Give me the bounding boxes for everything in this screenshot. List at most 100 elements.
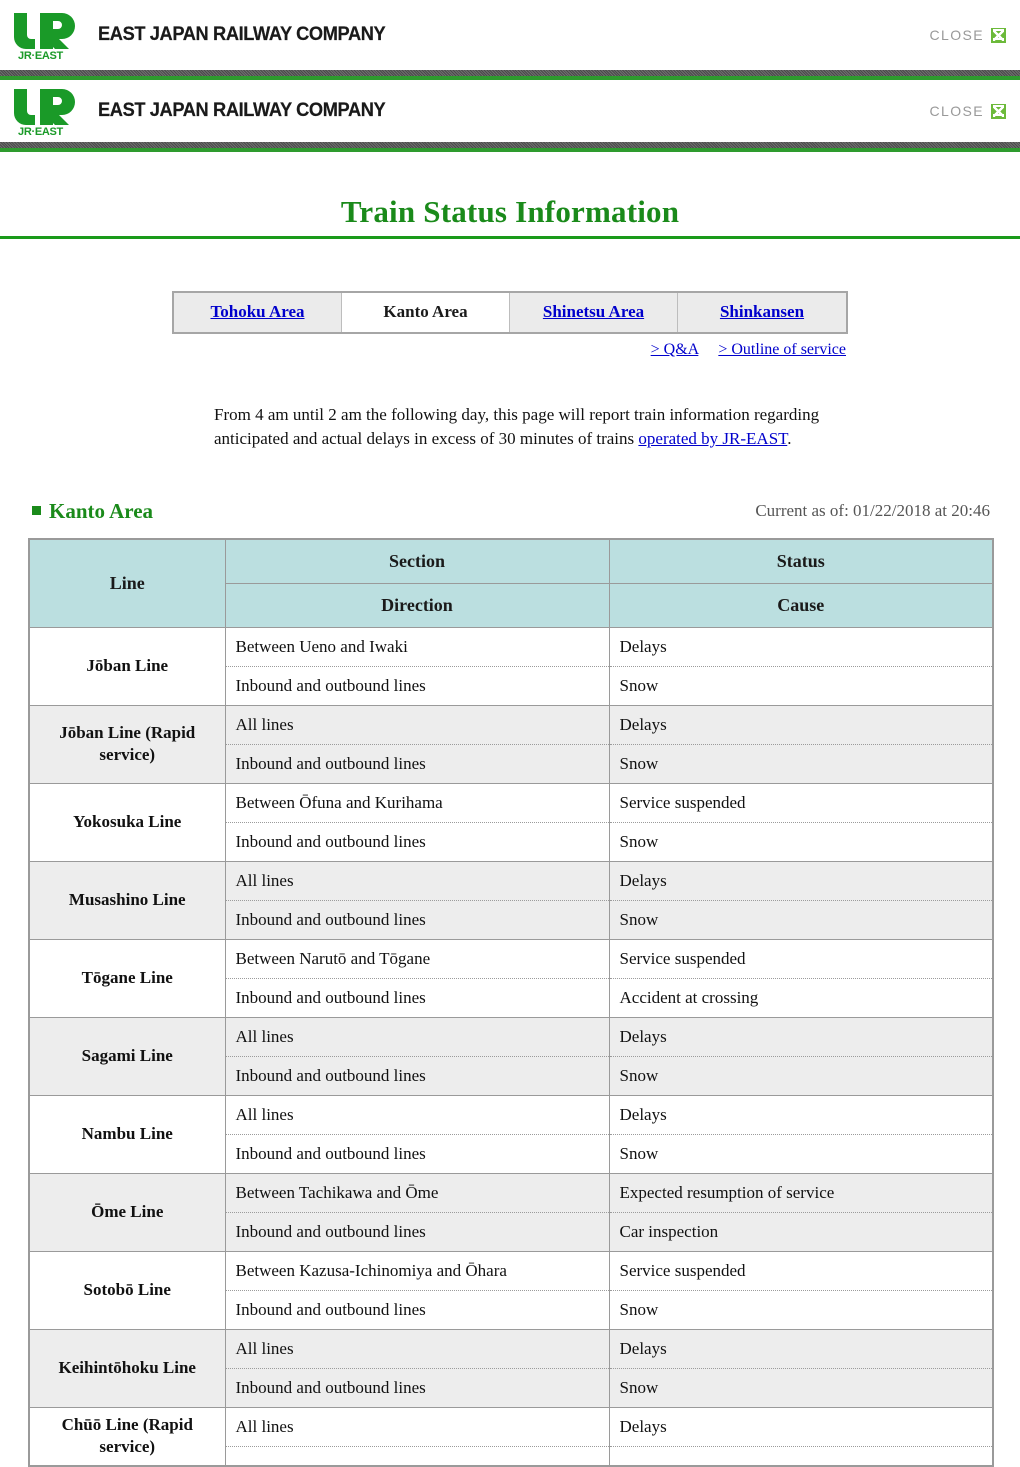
cell-section: All lines	[224, 1406, 610, 1447]
jr-east-logo-icon-second: JR·EAST	[10, 85, 82, 137]
tab-shinetsu-area[interactable]: Shinetsu Area	[510, 293, 678, 332]
title-underline-rule	[0, 236, 1020, 239]
cell-status: Service suspended	[608, 1250, 994, 1291]
cell-status: Delays	[608, 626, 994, 667]
col-header-line: Line	[28, 538, 226, 628]
cell-line-name: Musashino Line	[28, 860, 226, 940]
cell-direction: Inbound and outbound lines	[224, 1289, 610, 1330]
tab-kanto-area[interactable]: Kanto Area	[342, 293, 510, 332]
cell-direction: Inbound and outbound lines	[224, 665, 610, 706]
company-name-text-second: EAST JAPAN RAILWAY COMPANY	[98, 100, 386, 121]
cell-direction: Inbound and outbound lines	[224, 1055, 610, 1096]
table-row: Jōban Line (Rapid service) All lines Delay…	[28, 704, 994, 784]
table-row: Sagami Line All lines Delays	[28, 1016, 994, 1096]
cell-direction: Inbound and outbound lines	[224, 977, 610, 1018]
train-status-table: Line Section Status Direction Cause Jōba…	[28, 538, 994, 1467]
area-tabs: Tohoku Area Kanto Area Shinetsu Area Shi…	[172, 291, 848, 334]
cell-direction: Inbound and outbound lines	[224, 743, 610, 784]
table-row: Yokosuka Line Between Ōfuna and Kurihama S…	[28, 782, 994, 862]
cell-direction: Inbound and outbound lines	[224, 1211, 610, 1252]
cell-status: Delays	[608, 1406, 994, 1447]
cell-line-name: Ōme Line	[28, 1172, 226, 1252]
close-button-label-second: CLOSE	[929, 103, 984, 119]
link-qa[interactable]: > Q&A	[651, 341, 699, 358]
page-title-block: Train Status Information	[0, 152, 1020, 239]
cell-status: Service suspended	[608, 938, 994, 979]
company-name-text: EAST JAPAN RAILWAY COMPANY	[98, 24, 386, 45]
close-x-icon	[991, 27, 1006, 43]
cell-section: All lines	[224, 704, 610, 745]
link-operated-by-jr-east[interactable]: operated by JR-EAST	[638, 429, 787, 448]
cell-cause: Snow	[608, 1055, 994, 1096]
cell-status: Service suspended	[608, 782, 994, 823]
intro-text-after: .	[787, 429, 792, 449]
table-body: Jōban Line Between Ueno and Iwaki Delays In…	[28, 626, 994, 1467]
jr-header-band-top: JR·EAST EAST JAPAN RAILWAY COMPANY CLOSE	[0, 0, 1020, 70]
header-divider-second	[0, 142, 1020, 152]
table-header: Line Section Status Direction Cause	[28, 538, 994, 628]
col-header-direction: Direction	[224, 582, 610, 628]
cell-section: Between Tachikawa and Ōme	[224, 1172, 610, 1213]
cell-status: Delays	[608, 1328, 994, 1369]
area-heading-label: Kanto Area	[49, 499, 154, 524]
tab-shinkansen[interactable]: Shinkansen	[678, 293, 846, 332]
table-row: Tōgane Line Between Narutō and Tōgane Serv…	[28, 938, 994, 1018]
tab-tohoku-area[interactable]: Tohoku Area	[174, 293, 342, 332]
cell-status: Delays	[608, 1094, 994, 1135]
cell-line-name: Nambu Line	[28, 1094, 226, 1174]
table-row: Jōban Line Between Ueno and Iwaki Delays	[28, 626, 994, 706]
table-row: Keihintōhoku Line All lines Delays	[28, 1328, 994, 1408]
cell-cause: Snow	[608, 743, 994, 784]
table-row: Nambu Line All lines Delays	[28, 1094, 994, 1174]
link-outline-of-service[interactable]: > Outline of service	[718, 341, 846, 358]
cell-section: Between Narutō and Tōgane	[224, 938, 610, 979]
jr-east-logo[interactable]: JR·EAST EAST JAPAN RAILWAY COMPANY	[10, 9, 397, 61]
cell-cause: Snow	[608, 1367, 994, 1408]
jr-east-logo-second[interactable]: JR·EAST EAST JAPAN RAILWAY COMPANY	[10, 85, 397, 137]
cell-status: Expected resumption of service	[608, 1172, 994, 1213]
close-button-second[interactable]: CLOSE	[930, 103, 1006, 119]
cell-status: Delays	[608, 860, 994, 901]
cell-cause: Snow	[608, 1289, 994, 1330]
close-button-top[interactable]: CLOSE	[930, 27, 1006, 43]
col-header-section: Section	[224, 538, 610, 584]
cell-line-name: Keihintōhoku Line	[28, 1328, 226, 1408]
svg-text:JR·EAST: JR·EAST	[18, 126, 64, 137]
cell-direction: Inbound and outbound lines	[224, 1367, 610, 1408]
table-row: Musashino Line All lines Delays	[28, 860, 994, 940]
cell-cause	[608, 1445, 994, 1467]
col-header-status: Status	[608, 538, 994, 584]
cell-status: Delays	[608, 1016, 994, 1057]
cell-line-name: Jōban Line (Rapid service)	[28, 704, 226, 784]
area-heading: Kanto Area	[32, 499, 153, 524]
table-row: Sotobō Line Between Kazusa-Ichinomiya and…	[28, 1250, 994, 1330]
sublinks-row: > Q&A > Outline of service	[0, 341, 1020, 359]
header-divider-top	[0, 70, 1020, 80]
cell-section: Between Kazusa-Ichinomiya and Ōhara	[224, 1250, 610, 1291]
cell-direction: Inbound and outbound lines	[224, 821, 610, 862]
cell-line-name: Sotobō Line	[28, 1250, 226, 1330]
status-table-wrap: Line Section Status Direction Cause Jōba…	[28, 538, 994, 1467]
close-x-icon-second	[991, 103, 1006, 119]
cell-section: All lines	[224, 1016, 610, 1057]
cell-section: All lines	[224, 1094, 610, 1135]
cell-section: All lines	[224, 1328, 610, 1369]
square-bullet-icon	[32, 506, 41, 516]
cell-cause: Snow	[608, 665, 994, 706]
cell-line-name: Sagami Line	[28, 1016, 226, 1096]
cell-cause: Snow	[608, 1133, 994, 1174]
cell-cause: Car inspection	[608, 1211, 994, 1252]
cell-cause: Snow	[608, 899, 994, 940]
cell-section: All lines	[224, 860, 610, 901]
cell-direction: Inbound and outbound lines	[224, 899, 610, 940]
svg-text:JR·EAST: JR·EAST	[18, 50, 64, 61]
cell-status: Delays	[608, 704, 994, 745]
col-header-cause: Cause	[608, 582, 994, 628]
cell-direction: Inbound and outbound lines	[224, 1133, 610, 1174]
jr-east-logo-icon: JR·EAST	[10, 9, 82, 61]
current-as-of-timestamp: Current as of: 01/22/2018 at 20:46	[755, 501, 990, 521]
close-button-label: CLOSE	[929, 27, 984, 43]
cell-section: Between Ueno and Iwaki	[224, 626, 610, 667]
table-row: Ōme Line Between Tachikawa and Ōme Expecte…	[28, 1172, 994, 1252]
cell-line-name: Jōban Line	[28, 626, 226, 706]
